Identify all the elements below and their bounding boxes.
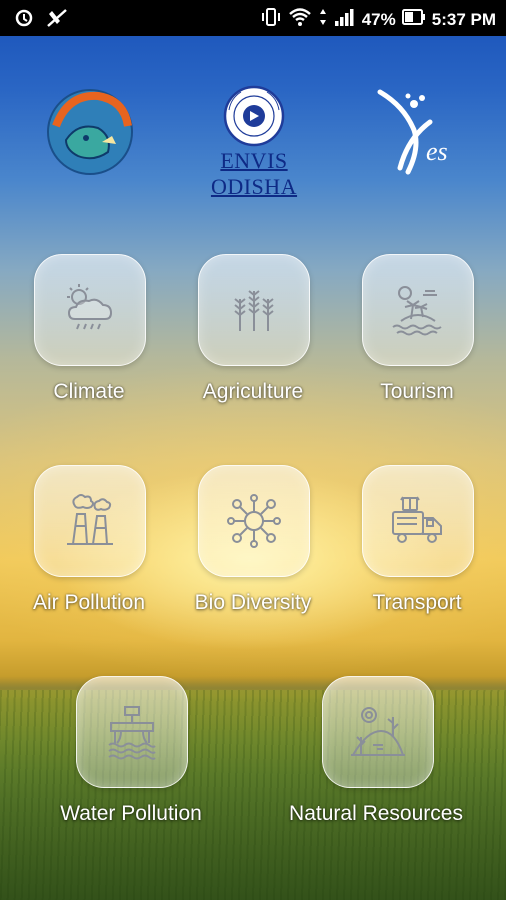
climate-button[interactable] <box>34 254 146 366</box>
svg-text:es: es <box>426 137 448 166</box>
wifi-icon <box>288 7 312 32</box>
air-pollution-button[interactable] <box>34 465 146 577</box>
bio-diversity-label[interactable]: Bio Diversity <box>178 591 328 615</box>
natural-resources-icon <box>351 707 405 756</box>
agriculture-button[interactable] <box>198 254 310 366</box>
agriculture-label[interactable]: Agriculture <box>188 380 318 404</box>
tourism-button[interactable] <box>362 254 474 366</box>
signal-icon <box>334 7 356 32</box>
mute-icon <box>46 8 68 33</box>
transport-button[interactable] <box>362 465 474 577</box>
agriculture-icon <box>234 290 274 331</box>
transport-icon <box>392 496 442 543</box>
water-pollution-label[interactable]: Water Pollution <box>36 802 226 826</box>
biodiversity-icon <box>227 494 281 548</box>
clock-time: 5:37 PM <box>431 9 496 29</box>
tourism-label[interactable]: Tourism <box>352 380 482 404</box>
envis-odisha-logo: ENVIS ODISHA <box>176 84 332 199</box>
tourism-icon <box>392 286 442 336</box>
xes-logo: es <box>374 86 464 178</box>
bio-diversity-button[interactable] <box>198 465 310 577</box>
climate-label[interactable]: Climate <box>34 380 144 404</box>
air-pollution-label[interactable]: Air Pollution <box>14 591 164 615</box>
data-arrows-icon <box>318 7 328 32</box>
climate-icon <box>67 284 113 330</box>
natural-resources-button[interactable] <box>322 676 434 788</box>
water-pollution-button[interactable] <box>76 676 188 788</box>
status-bar: 47% 5:37 PM <box>0 0 506 36</box>
air-pollution-icon <box>67 494 113 545</box>
odisha-forest-emblem-logo <box>38 86 142 178</box>
battery-icon <box>401 7 426 32</box>
battery-percent: 47% <box>361 9 396 29</box>
home-screen: 47% 5:37 PM ENVIS ODISHA es Climate Agri… <box>0 0 506 900</box>
envis-circle-emblem-icon <box>223 85 285 147</box>
transport-label[interactable]: Transport <box>352 591 482 615</box>
envis-odisha-title: ENVIS ODISHA <box>210 148 298 199</box>
water-pollution-icon <box>108 706 156 760</box>
natural-resources-label[interactable]: Natural Resources <box>266 802 486 826</box>
sync-icon <box>14 8 34 33</box>
vibrate-icon <box>260 6 282 33</box>
